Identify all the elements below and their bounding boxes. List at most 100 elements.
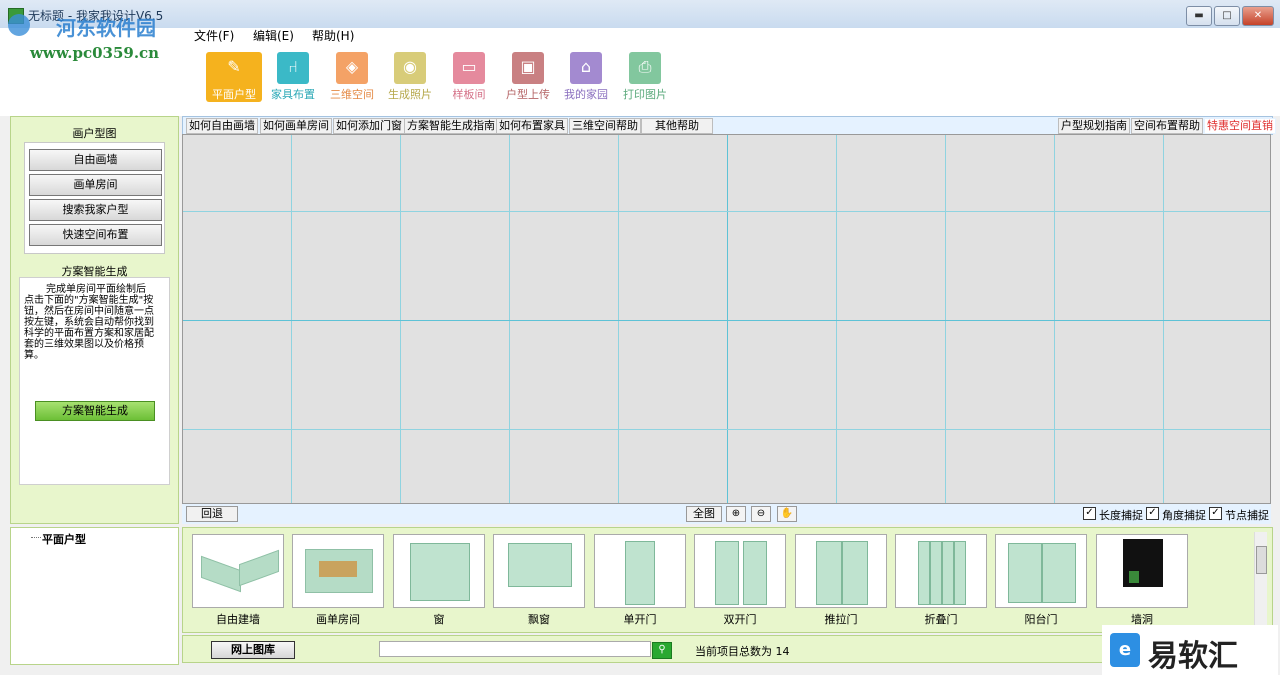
gallery-item-free-wall[interactable] [192, 534, 284, 608]
length-snap-label: 长度捕捉 [1099, 509, 1143, 522]
online-library-button[interactable]: 网上图库 [211, 641, 295, 659]
menu-help[interactable]: 帮助(H) [312, 27, 354, 44]
help-smart-plan[interactable]: 方案智能生成指南 [404, 118, 498, 134]
grid-line [183, 211, 1270, 212]
node-snap-checkbox[interactable]: ✓ [1209, 507, 1222, 520]
gallery-item-window[interactable] [393, 534, 485, 608]
toolbar-print[interactable]: ⎙ 打印图片 [617, 52, 673, 102]
close-button[interactable]: ✕ [1242, 6, 1274, 26]
gallery-item-double-door[interactable] [694, 534, 786, 608]
wall-shape [201, 555, 241, 593]
zoom-in-icon[interactable]: ⊕ [726, 506, 746, 522]
angle-snap-label: 角度捕捉 [1162, 509, 1206, 522]
toolbar-furniture[interactable]: ⑁ 家具布置 [265, 52, 321, 102]
cube-icon: ◈ [336, 52, 368, 84]
door-shape [942, 541, 954, 605]
house-icon: ⌂ [570, 52, 602, 84]
gallery-item-single-room[interactable] [292, 534, 384, 608]
drawing-canvas[interactable] [182, 134, 1271, 504]
special-offer-link[interactable]: 特惠空间直销 [1204, 118, 1276, 134]
gallery-label: 窗 [433, 613, 445, 626]
gallery-scrollbar[interactable] [1254, 532, 1267, 626]
component-gallery: 自由建墙 画单房间 窗 飘窗 单开门 双开门 推拉门 折叠门 阳台门 墙洞 [182, 527, 1273, 633]
watermark-url: www.pc0359.cn [30, 44, 160, 62]
help-bar: 如何自由画墙 如何画单房间 如何添加门窗 方案智能生成指南 如何布置家具 三维空… [182, 116, 1276, 135]
grid-line [183, 320, 1270, 321]
gallery-item-wall-opening[interactable] [1096, 534, 1188, 608]
wall-shape [239, 549, 279, 587]
angle-snap-checkbox[interactable]: ✓ [1146, 507, 1159, 520]
help-single-room[interactable]: 如何画单房间 [260, 118, 332, 134]
help-space-layout[interactable]: 空间布置帮助 [1131, 118, 1203, 134]
menu-edit[interactable]: 编辑(E) [253, 27, 294, 44]
door-shape [1008, 543, 1042, 603]
pencil-icon: ✎ [218, 52, 250, 84]
search-icon[interactable]: ⚲ [652, 642, 672, 659]
brand-watermark: e 易软汇 [1102, 625, 1278, 675]
help-3d[interactable]: 三维空间帮助 [569, 118, 641, 134]
search-floorplan-button[interactable]: 搜索我家户型 [29, 199, 162, 221]
undo-button[interactable]: 回退 [186, 506, 238, 522]
left-panel: 画户型图 自由画墙 画单房间 搜索我家户型 快速空间布置 方案智能生成 完成单房… [10, 116, 179, 524]
title-bar: 无标题 - 我家我设计V6.5 ▬ □ ✕ [0, 0, 1280, 29]
toolbar-showroom[interactable]: ▭ 样板间 [441, 52, 497, 102]
gallery-label: 画单房间 [316, 613, 360, 626]
draw-button-group: 自由画墙 画单房间 搜索我家户型 快速空间布置 [24, 142, 165, 254]
gallery-item-sliding-door[interactable] [795, 534, 887, 608]
toolbar-photo[interactable]: ◉ 生成照片 [382, 52, 438, 102]
watermark-text: 河东软件园 [56, 16, 156, 40]
search-input[interactable] [379, 641, 651, 657]
camera-icon: ◉ [394, 52, 426, 84]
door-shape [930, 541, 942, 605]
help-doors-windows[interactable]: 如何添加门窗 [333, 118, 405, 134]
brand-logo-icon: e [1110, 633, 1140, 667]
category-tree: 平面户型 [10, 527, 179, 665]
door-shape [1042, 543, 1076, 603]
door-shape [816, 541, 842, 605]
gallery-item-bay-window[interactable] [493, 534, 585, 608]
minimize-button[interactable]: ▬ [1186, 6, 1212, 26]
gallery-label: 双开门 [723, 613, 757, 626]
canvas-status-bar: 回退 全图 ⊕ ⊖ ✋ ✓ 长度捕捉 ✓ 角度捕捉 ✓ 节点捕捉 [182, 504, 1271, 524]
door-shape [842, 541, 868, 605]
gallery-label: 推拉门 [824, 613, 858, 626]
bay-window-shape [508, 543, 572, 587]
toolbar-upload[interactable]: ▣ 户型上传 [500, 52, 556, 102]
help-other[interactable]: 其他帮助 [641, 118, 713, 134]
watermark-logo-icon [8, 14, 30, 36]
menu-file[interactable]: 文件(F) [194, 27, 234, 44]
pan-hand-icon[interactable]: ✋ [777, 506, 797, 522]
single-room-button[interactable]: 画单房间 [29, 174, 162, 196]
gallery-label: 单开门 [623, 613, 657, 626]
help-floorplan-guide[interactable]: 户型规划指南 [1058, 118, 1130, 134]
grid-line [183, 429, 1270, 430]
smart-plan-description: 完成单房间平面绘制后点击下面的"方案智能生成"按钮，然后在房间中间随意一点按左键… [24, 284, 154, 361]
scrollbar-thumb[interactable] [1256, 546, 1267, 574]
gallery-item-folding-door[interactable] [895, 534, 987, 608]
gallery-item-single-door[interactable] [594, 534, 686, 608]
door-shape [954, 541, 966, 605]
fit-view-button[interactable]: 全图 [686, 506, 722, 522]
door-shape [918, 541, 930, 605]
gallery-label: 折叠门 [924, 613, 958, 626]
brand-text: 易软汇 [1148, 639, 1238, 674]
help-free-wall[interactable]: 如何自由画墙 [186, 118, 258, 134]
gallery-label: 阳台门 [1024, 613, 1058, 626]
plant-shape [1129, 571, 1139, 583]
quick-layout-button[interactable]: 快速空间布置 [29, 224, 162, 246]
tree-item-floorplan[interactable]: 平面户型 [42, 531, 86, 547]
toolbar-3d-space[interactable]: ◈ 三维空间 [324, 52, 380, 102]
tree-connector [31, 537, 41, 538]
item-count-text: 当前项目总数为 14 [695, 645, 790, 658]
length-snap-checkbox[interactable]: ✓ [1083, 507, 1096, 520]
help-furniture[interactable]: 如何布置家具 [496, 118, 568, 134]
toolbar-my-home[interactable]: ⌂ 我的家园 [558, 52, 614, 102]
zoom-out-icon[interactable]: ⊖ [751, 506, 771, 522]
disk-icon: ▣ [512, 52, 544, 84]
free-wall-button[interactable]: 自由画墙 [29, 149, 162, 171]
smart-plan-button[interactable]: 方案智能生成 [35, 401, 155, 421]
maximize-button[interactable]: □ [1214, 6, 1240, 26]
gallery-item-balcony-door[interactable] [995, 534, 1087, 608]
toolbar-floor-plan[interactable]: ✎ 平面户型 [206, 52, 262, 102]
door-shape [715, 541, 739, 605]
